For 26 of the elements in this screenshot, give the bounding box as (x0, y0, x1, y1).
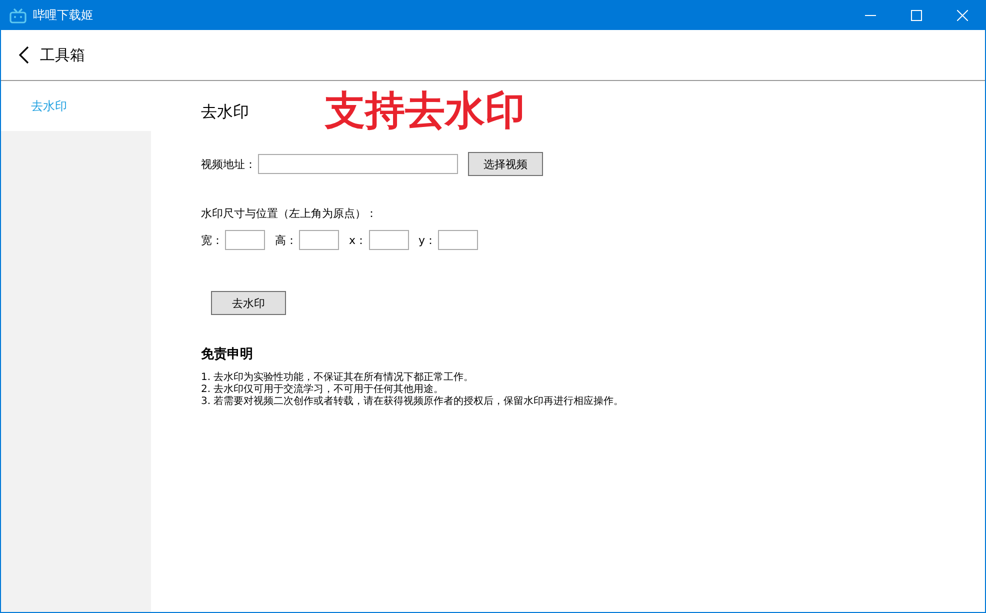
input-field[interactable] (368, 230, 409, 250)
field-label: x： (349, 232, 367, 248)
field-label: 高： (275, 232, 297, 248)
maximize-icon (910, 10, 922, 21)
remove-watermark-button[interactable]: 去水印 (211, 291, 286, 315)
disclaimer-title: 免责申明 (201, 346, 254, 363)
back-icon (19, 46, 29, 64)
input-field[interactable] (225, 230, 265, 250)
input-field[interactable] (438, 230, 478, 250)
tv-icon (9, 8, 27, 24)
close-icon (956, 10, 968, 21)
disclaimer-text: 1. 去水印为实验性功能，不保证其在所有情况下都正常工作。 (201, 372, 475, 384)
page-header-title: 工具箱 (40, 46, 85, 64)
field-label: y： (418, 232, 436, 248)
video-path-field[interactable] (258, 154, 458, 174)
disclaimer-text: 3. 若需要对视频二次创作或者转载，请在获得视频原作者的授权后，保留水印再进行相应操作。 (201, 396, 625, 408)
field-label: 宽： (201, 232, 223, 248)
disclaimer-text: 2. 去水印仅可用于交流学习，不可用于任何其他用途。 (201, 384, 445, 396)
annotation-text: 支持去水印 (325, 86, 525, 136)
select-video-button[interactable]: 选择视频 (468, 152, 543, 176)
back-button[interactable] (19, 45, 31, 65)
window-title: 哔哩下载姬 (33, 7, 93, 24)
input-field[interactable] (299, 230, 339, 250)
section-title: 去水印 (201, 102, 249, 122)
section-label: 水印尺寸与位置（左上角为原点）： (201, 206, 378, 221)
field-label: 视频地址： (201, 156, 256, 172)
